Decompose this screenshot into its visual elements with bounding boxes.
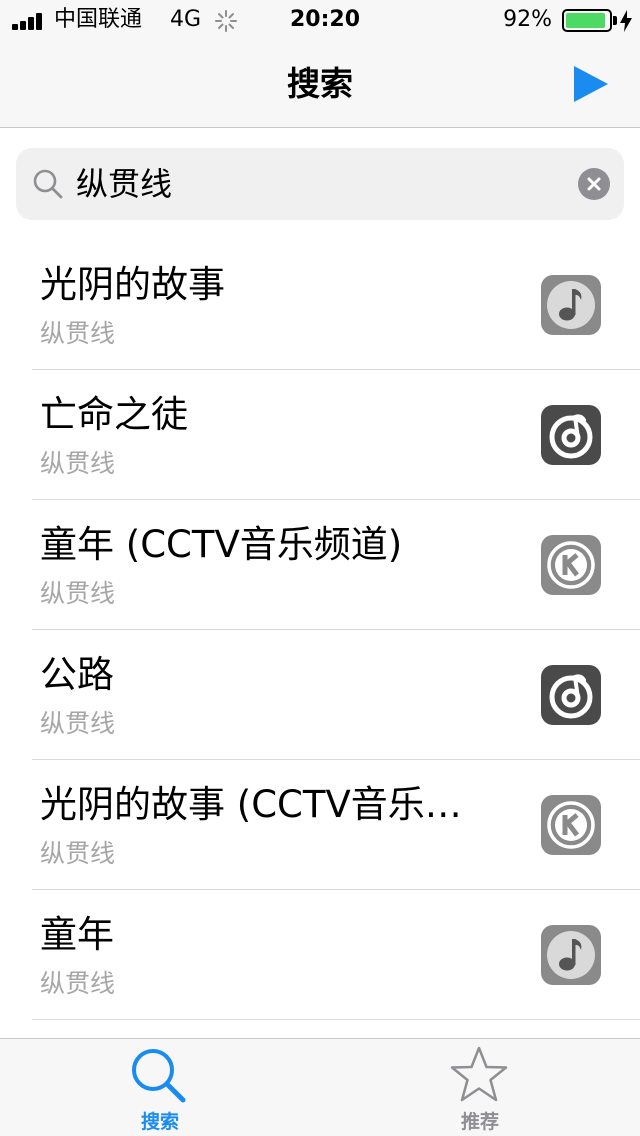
song-title: 亡命之徒	[40, 393, 188, 436]
tab-search[interactable]: 搜索	[80, 1039, 240, 1136]
song-title: 童年 (CCTV音乐频道)	[40, 523, 403, 566]
list-item[interactable]: 光阴的故事 (CCTV音乐… 纵贯线	[32, 760, 640, 890]
page-title: 搜索	[287, 64, 353, 103]
song-artist: 纵贯线	[40, 579, 116, 608]
clear-search-button[interactable]	[578, 168, 610, 200]
tab-label: 搜索	[140, 1111, 179, 1133]
search-input[interactable]	[76, 162, 556, 206]
battery-icon	[562, 9, 612, 32]
song-title: 光阴的故事 (CCTV音乐…	[40, 783, 462, 826]
status-bar: 中国联通 4G 20:20 92%	[0, 0, 640, 40]
tab-label: 推荐	[460, 1111, 499, 1133]
search-bar	[16, 148, 624, 220]
battery-cap	[613, 16, 617, 25]
netease-music-app-icon	[541, 665, 601, 725]
list-item[interactable]: 童年 纵贯线	[32, 890, 640, 1020]
navigation-bar: 搜索	[0, 40, 640, 128]
clear-icon	[587, 177, 601, 191]
song-artist: 纵贯线	[40, 319, 116, 348]
list-item[interactable]: 公路 纵贯线	[32, 630, 640, 760]
star-icon	[450, 1046, 508, 1102]
search-icon	[132, 1049, 186, 1103]
list-item[interactable]: 光阴的故事 纵贯线	[32, 240, 640, 370]
list-item[interactable]: 童年 (CCTV音乐频道) 纵贯线	[32, 500, 640, 630]
search-results-list: 光阴的故事 纵贯线 亡命之徒 纵贯线 童年 (CCTV音乐频道) 纵贯线 公路 …	[0, 240, 640, 1020]
charging-bolt-icon	[620, 10, 632, 32]
kugou-app-icon	[541, 795, 601, 855]
music-note-app-icon	[541, 925, 601, 985]
music-note-app-icon	[541, 275, 601, 335]
battery-percentage: 92%	[503, 7, 552, 32]
song-artist: 纵贯线	[40, 449, 116, 478]
search-icon	[33, 169, 63, 199]
song-title: 童年	[40, 913, 114, 956]
netease-music-app-icon	[541, 405, 601, 465]
kugou-app-icon	[541, 535, 601, 595]
tab-recommend[interactable]: 推荐	[400, 1039, 560, 1136]
song-title: 光阴的故事	[40, 263, 225, 306]
song-artist: 纵贯线	[40, 709, 116, 738]
song-artist: 纵贯线	[40, 839, 116, 868]
list-item[interactable]: 亡命之徒 纵贯线	[32, 370, 640, 500]
play-icon[interactable]	[572, 64, 610, 104]
song-title: 公路	[40, 653, 114, 696]
song-artist: 纵贯线	[40, 969, 116, 998]
tab-bar: 搜索 推荐	[0, 1038, 640, 1136]
